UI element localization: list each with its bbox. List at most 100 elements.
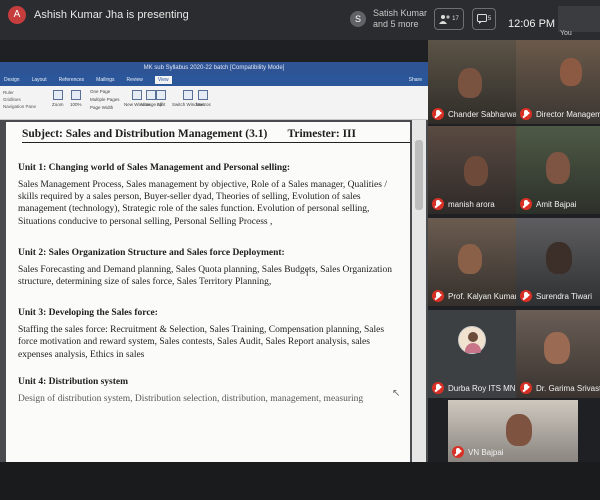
ribbon-tabs: Design Layout References Mailings Review… xyxy=(0,74,428,86)
participant-name: manish arora xyxy=(448,199,495,209)
participant-tile[interactable]: VN Bajpai xyxy=(448,400,578,462)
meeting-top-bar: A Ashish Kumar Jha is presenting S Satis… xyxy=(0,0,600,40)
participant-name-row: Surendra Tiwari xyxy=(520,290,592,302)
bottom-bezel xyxy=(0,462,600,500)
text-cursor-icon: I xyxy=(306,268,309,278)
participant-tile[interactable]: Dr. Garima Srivastav xyxy=(516,310,600,398)
presenter-banner: A Ashish Kumar Jha is presenting xyxy=(0,6,189,24)
participant-face xyxy=(546,242,572,274)
participant-name-row: VN Bajpai xyxy=(452,446,504,458)
participant-name: Prof. Kalyan Kumar De xyxy=(448,291,516,301)
page-view-group: One Page Multiple Pages Page Width xyxy=(90,88,120,112)
macros-icon xyxy=(198,90,209,100)
participant-face xyxy=(464,156,488,186)
tab-mailings[interactable]: Mailings xyxy=(96,77,114,83)
participant-face xyxy=(544,332,570,364)
word-title-bar: MK sub Syllabus 2020-22 batch [Compatibi… xyxy=(0,62,428,74)
participant-face xyxy=(458,244,482,274)
unit-heading: Unit 1: Changing world of Sales Manageme… xyxy=(18,163,291,173)
participant-name-row: Dr. Garima Srivastav xyxy=(520,382,600,394)
mic-off-icon xyxy=(452,446,464,458)
participant-tile[interactable]: manish arora xyxy=(428,126,516,214)
switch-windows-icon xyxy=(183,90,194,100)
presenter-label: Ashish Kumar Jha is presenting xyxy=(34,9,189,21)
mic-off-icon xyxy=(432,290,444,302)
self-label: You xyxy=(560,30,572,37)
mouse-pointer-icon: ↖ xyxy=(392,388,401,399)
tab-references[interactable]: References xyxy=(59,77,85,83)
one-page-button[interactable]: One Page xyxy=(90,88,120,96)
zoom-100-button[interactable]: 100% xyxy=(70,90,82,107)
participant-avatar xyxy=(458,326,486,354)
gridlines-checkbox[interactable]: Gridlines xyxy=(3,96,36,103)
mic-off-icon xyxy=(432,198,444,210)
participant-avatar: S xyxy=(350,11,366,27)
unit-heading: Unit 2: Sales Organization Structure and… xyxy=(18,247,285,258)
other-participants[interactable]: S Satish Kumar and 5 more xyxy=(350,8,427,30)
participant-name: Durba Roy ITS MN xyxy=(448,383,516,393)
participant-face xyxy=(458,68,482,98)
presenter-avatar: A xyxy=(8,6,26,24)
participant-name-row: Director Managemen... xyxy=(520,108,600,120)
mic-off-icon xyxy=(520,382,532,394)
participant-tile[interactable]: Prof. Kalyan Kumar De xyxy=(428,218,516,306)
trimester-label: Trimester: III xyxy=(287,128,356,140)
zoom-100-icon xyxy=(70,90,81,100)
participant-name: VN Bajpai xyxy=(468,447,504,457)
participant-name: Director Managemen... xyxy=(536,109,600,119)
participant-name: Dr. Garima Srivastav xyxy=(536,383,600,393)
navigation-pane-checkbox[interactable]: Navigation Pane xyxy=(3,103,36,110)
participant-tile[interactable]: Surendra Tiwari xyxy=(516,218,600,306)
people-icon xyxy=(439,15,450,24)
unit-body: Sales Management Process, Sales manageme… xyxy=(18,180,387,227)
show-group: Ruler Gridlines Navigation Pane xyxy=(3,89,36,110)
page-width-button[interactable]: Page Width xyxy=(90,104,120,112)
unit-heading: Unit 3: Developing the Sales force: xyxy=(18,308,158,319)
document-page[interactable]: Subject: Sales and Distribution Manageme… xyxy=(6,122,410,462)
participant-name-row: Chander Sabharwal xyxy=(432,108,516,120)
participant-face xyxy=(506,414,532,446)
document-body: Subject: Sales and Distribution Manageme… xyxy=(18,128,410,405)
participant-name-row: Prof. Kalyan Kumar De xyxy=(432,290,516,302)
mic-off-icon xyxy=(520,290,532,302)
participant-face xyxy=(546,152,570,184)
split-button[interactable]: Split xyxy=(156,90,166,107)
participant-name-row: Durba Roy ITS MN xyxy=(432,382,516,394)
chat-button[interactable]: 5 xyxy=(472,8,496,30)
document-scrollbar[interactable] xyxy=(412,120,426,462)
scrollbar-thumb[interactable] xyxy=(415,140,423,210)
tab-design[interactable]: Design xyxy=(4,77,20,83)
self-video-tile[interactable] xyxy=(558,6,600,32)
subject-title: Subject: Sales and Distribution Manageme… xyxy=(22,128,268,140)
participant-tile[interactable]: Director Managemen... xyxy=(516,40,600,124)
word-ribbon: Ruler Gridlines Navigation Pane Zoom 100… xyxy=(0,86,428,120)
unit-heading: Unit 4: Distribution system xyxy=(18,376,129,387)
mic-off-icon xyxy=(520,198,532,210)
chat-icon xyxy=(476,14,487,24)
tab-review[interactable]: Review xyxy=(127,77,143,83)
participant-tile[interactable]: Durba Roy ITS MN xyxy=(428,310,516,398)
mic-off-icon xyxy=(520,108,532,120)
mic-off-icon xyxy=(432,382,444,394)
zoom-button[interactable]: Zoom xyxy=(52,90,64,107)
unit-body: Design of distribution system, Distribut… xyxy=(18,393,364,404)
participant-tile[interactable]: Amit Bajpai xyxy=(516,126,600,214)
participant-name: Chander Sabharwal xyxy=(448,109,516,119)
ruler-checkbox[interactable]: Ruler xyxy=(3,89,36,96)
clock: 12:06 PM xyxy=(508,18,556,30)
participants-button[interactable]: 17 xyxy=(434,8,464,30)
participant-tile[interactable]: Chander Sabharwal xyxy=(428,40,516,124)
participant-name: Surendra Tiwari xyxy=(536,291,593,301)
mic-off-icon xyxy=(432,108,444,120)
macros-button[interactable]: Macros xyxy=(196,90,211,107)
tab-view[interactable]: View xyxy=(154,76,172,84)
unit-body: Staffing the sales force: Recruitment & … xyxy=(18,325,385,360)
participant-face xyxy=(560,58,582,86)
multiple-pages-button[interactable]: Multiple Pages xyxy=(90,96,120,104)
tab-layout[interactable]: Layout xyxy=(32,77,47,83)
share-button[interactable]: Share xyxy=(409,77,422,83)
participant-name: Amit Bajpai xyxy=(536,199,577,209)
zoom-icon xyxy=(52,90,63,100)
other-participants-label: Satish Kumar and 5 more xyxy=(373,8,428,29)
unit-body: Sales Forecasting and Demand planning, S… xyxy=(18,264,392,288)
